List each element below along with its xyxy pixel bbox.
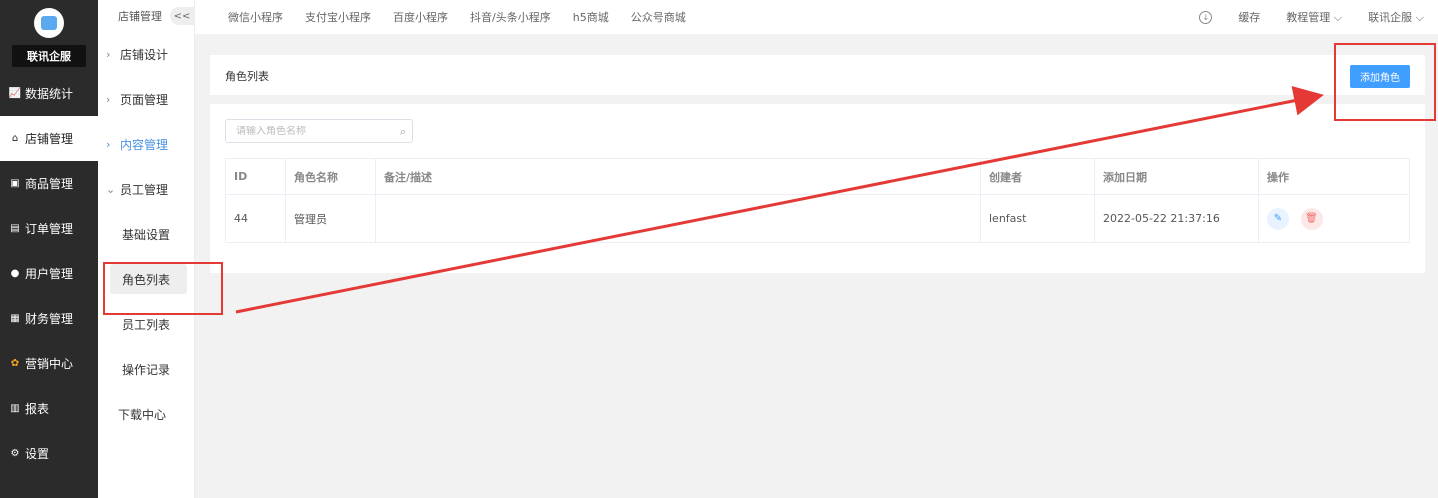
sidebar-item-goods[interactable]: ▣ 商品管理: [0, 161, 98, 206]
sub-sidebar-title: 店铺管理: [118, 10, 162, 23]
cell-id: 44: [225, 194, 286, 243]
sub-sidebar: 店铺管理 << › 店铺设计 › 页面管理 › 内容管理 ⌄ 员工管理 基础设置 角色列…: [98, 0, 195, 498]
tab-h5[interactable]: h5商城: [573, 9, 609, 25]
col-id: ID: [225, 158, 286, 195]
sidebar-item-label: 财务管理: [25, 312, 74, 326]
sub-sidebar-header: 店铺管理 <<: [98, 0, 194, 32]
account-menu[interactable]: 联讯企服 ⌵: [1368, 9, 1424, 25]
subnav-basic-settings[interactable]: 基础设置: [98, 212, 194, 257]
brand-name: 联讯企服: [12, 45, 86, 67]
subnav-role-list[interactable]: 角色列表: [110, 264, 187, 294]
cell-date: 2022-05-22 21:37:16: [1094, 194, 1259, 243]
subnav-label: 页面管理: [120, 93, 169, 107]
tab-wechat[interactable]: 微信小程序: [228, 9, 283, 25]
settings-icon: ⚙: [10, 448, 20, 459]
sidebar-item-label: 营销中心: [25, 357, 74, 371]
sidebar-item-label: 报表: [25, 402, 50, 416]
sidebar-item-stats[interactable]: 📈 数据统计: [0, 71, 98, 116]
col-date: 添加日期: [1094, 158, 1259, 195]
tab-official-account[interactable]: 公众号商城: [631, 9, 686, 25]
sidebar-item-store[interactable]: ⌂ 店铺管理: [0, 116, 98, 161]
sidebar-item-label: 设置: [25, 447, 50, 461]
table-header-row: ID 角色名称 备注/描述 创建者 添加日期 操作: [225, 158, 1410, 195]
subnav-download-center[interactable]: 下载中心: [98, 392, 194, 437]
edit-icon[interactable]: ✎: [1267, 207, 1289, 230]
tab-alipay[interactable]: 支付宝小程序: [305, 9, 371, 25]
order-icon: ▤: [10, 223, 20, 234]
download-icon[interactable]: ↓: [1199, 10, 1213, 24]
col-creator: 创建者: [980, 158, 1095, 195]
goods-icon: ▣: [10, 178, 20, 189]
add-role-button[interactable]: 添加角色: [1350, 65, 1410, 88]
subnav-staff-manage[interactable]: ⌄ 员工管理: [98, 167, 194, 212]
subnav-staff-list[interactable]: 员工列表: [98, 302, 194, 347]
sidebar-item-label: 商品管理: [25, 177, 74, 191]
col-remark: 备注/描述: [375, 158, 981, 195]
tab-baidu[interactable]: 百度小程序: [393, 9, 448, 25]
sidebar-item-report[interactable]: ▥ 报表: [0, 386, 98, 431]
logo-area: [0, 0, 98, 45]
cell-role-name: 管理员: [285, 194, 376, 243]
subnav-label: 内容管理: [120, 138, 169, 152]
delete-icon[interactable]: 🗑: [1300, 207, 1323, 230]
chart-icon: 📈: [8, 88, 22, 99]
col-actions: 操作: [1258, 158, 1410, 195]
subnav-store-design[interactable]: › 店铺设计: [98, 32, 194, 77]
sidebar-item-orders[interactable]: ▤ 订单管理: [0, 206, 98, 251]
logo: [34, 7, 64, 38]
top-right-actions: ↓ 缓存 教程管理 ⌵ 联讯企服 ⌵: [1199, 9, 1438, 25]
platform-tabs: 微信小程序 支付宝小程序 百度小程序 抖音/头条小程序 h5商城 公众号商城: [195, 9, 708, 25]
chevron-down-icon: ⌄: [106, 183, 116, 196]
cell-actions: ✎ 🗑: [1258, 194, 1410, 243]
chevron-right-icon: ›: [106, 48, 111, 61]
sidebar-item-label: 订单管理: [25, 222, 74, 236]
subnav-content-manage[interactable]: › 内容管理: [98, 122, 194, 167]
sidebar-item-marketing[interactable]: ✿ 营销中心: [0, 341, 98, 386]
marketing-icon: ✿: [10, 358, 20, 369]
sidebar-item-label: 数据统计: [25, 87, 74, 101]
tab-douyin[interactable]: 抖音/头条小程序: [470, 9, 551, 25]
search-icon[interactable]: ⌕: [400, 125, 406, 139]
user-icon: ●: [10, 268, 20, 279]
table-row: 44 管理员 lenfast 2022-05-22 21:37:16 ✎ 🗑: [225, 194, 1410, 243]
col-role-name: 角色名称: [285, 158, 376, 195]
sidebar-item-label: 店铺管理: [25, 132, 74, 146]
finance-icon: ▦: [10, 313, 20, 324]
cell-creator: lenfast: [980, 194, 1095, 243]
chevron-right-icon: ›: [106, 138, 111, 151]
chevron-right-icon: ›: [106, 93, 111, 106]
main-sidebar: 联讯企服 📈 数据统计 ⌂ 店铺管理 ▣ 商品管理 ▤ 订单管理 ● 用户管理 ▦ 财务管理…: [0, 0, 98, 498]
subnav-page-manage[interactable]: › 页面管理: [98, 77, 194, 122]
subnav-label: 店铺设计: [120, 48, 169, 62]
sidebar-item-users[interactable]: ● 用户管理: [0, 251, 98, 296]
page-header-panel: 角色列表 添加角色: [210, 55, 1425, 95]
collapse-button[interactable]: <<: [170, 7, 194, 25]
tutorial-menu[interactable]: 教程管理 ⌵: [1286, 9, 1342, 25]
role-table: ID 角色名称 备注/描述 创建者 添加日期 操作 44 管理员 lenfast…: [225, 158, 1410, 243]
logo-icon: [41, 15, 57, 30]
subnav-operation-log[interactable]: 操作记录: [98, 347, 194, 392]
store-icon: ⌂: [11, 133, 19, 144]
top-bar: 微信小程序 支付宝小程序 百度小程序 抖音/头条小程序 h5商城 公众号商城 ↓…: [195, 0, 1438, 34]
subnav-label: 下载中心: [118, 408, 167, 422]
cell-remark: [375, 194, 981, 243]
sidebar-item-finance[interactable]: ▦ 财务管理: [0, 296, 98, 341]
search-box: ⌕: [225, 119, 413, 143]
report-icon: ▥: [10, 403, 20, 414]
search-input[interactable]: [236, 125, 386, 137]
sidebar-item-label: 用户管理: [25, 267, 74, 281]
sidebar-item-settings[interactable]: ⚙ 设置: [0, 431, 98, 476]
page-title: 角色列表: [225, 70, 269, 83]
cache-button[interactable]: 缓存: [1238, 9, 1260, 25]
subnav-label: 员工管理: [120, 183, 169, 197]
role-list-panel: ⌕ ID 角色名称 备注/描述 创建者 添加日期 操作 44 管理员 lenfa…: [210, 104, 1425, 273]
